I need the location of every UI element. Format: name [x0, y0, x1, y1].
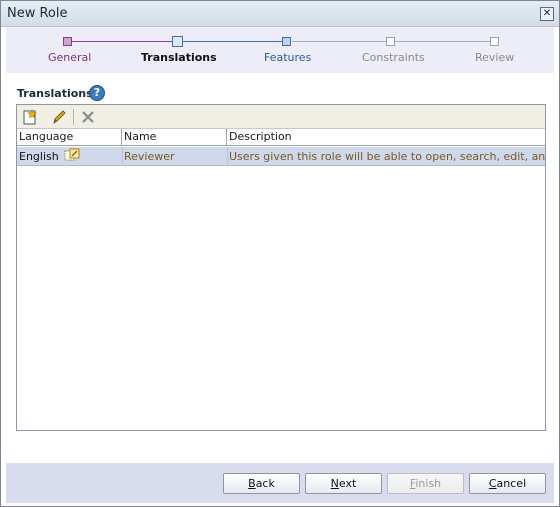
back-label-post: ack	[255, 477, 275, 490]
edit-pencil-icon	[53, 110, 66, 124]
cancel-mnemonic: C	[488, 477, 497, 490]
cancel-label-post: ancel	[496, 477, 527, 490]
train-stop-translations	[172, 36, 183, 47]
train-connector-next	[183, 41, 287, 42]
back-mnemonic: B	[248, 477, 256, 490]
train-label-translations: Translations	[141, 51, 217, 64]
train-label-general[interactable]: General	[48, 51, 91, 64]
train-label-features[interactable]: Features	[264, 51, 311, 64]
edit-button[interactable]	[50, 108, 68, 126]
train-stop-constraints	[386, 37, 395, 46]
delete-x-icon	[82, 111, 94, 123]
train-stop-features[interactable]	[282, 37, 291, 46]
toolbar-separator	[73, 109, 74, 125]
wizard-train: General Translations Features Constraint…	[6, 27, 554, 73]
translations-table: Language Name Description English Review…	[16, 104, 546, 431]
next-label-post: ext	[338, 477, 357, 490]
close-button[interactable]: ✕	[540, 7, 554, 21]
section-title: Translations	[17, 87, 93, 100]
translation-edit-icon[interactable]	[64, 148, 80, 162]
train-connector-done	[72, 41, 177, 42]
new-button[interactable]	[21, 108, 39, 126]
table-toolbar	[17, 105, 545, 129]
train-stop-general[interactable]	[63, 37, 72, 46]
title-bar: New Role ✕	[1, 1, 559, 27]
delete-button[interactable]	[79, 108, 97, 126]
train-label-constraints: Constraints	[362, 51, 425, 64]
next-mnemonic: N	[330, 477, 339, 490]
next-button[interactable]: Next	[305, 473, 382, 494]
help-icon[interactable]: ?	[89, 85, 105, 101]
column-header-description[interactable]: Description	[227, 129, 545, 146]
column-header-language[interactable]: Language	[17, 129, 122, 146]
cell-name: Reviewer	[124, 150, 175, 163]
table-row[interactable]: English Reviewer Users given this role w…	[17, 147, 545, 166]
cell-language: English	[17, 147, 122, 166]
button-bar: Back Next Finish Cancel	[6, 463, 554, 503]
train-stop-review	[490, 37, 499, 46]
close-icon: ✕	[542, 8, 552, 19]
back-button[interactable]: Back	[223, 473, 300, 494]
finish-button: Finish	[387, 473, 464, 494]
new-role-dialog: New Role ✕ General Translations Features…	[0, 0, 560, 507]
cancel-button[interactable]: Cancel	[469, 473, 546, 494]
finish-label-post: inish	[415, 477, 442, 490]
dialog-title: New Role	[7, 6, 68, 21]
column-header-name[interactable]: Name	[122, 129, 227, 146]
table-header: Language Name Description	[17, 129, 545, 146]
train-label-review: Review	[475, 51, 515, 64]
language-value: English	[19, 150, 59, 163]
new-icon	[23, 109, 37, 125]
cell-description: Users given this role will be able to op…	[229, 150, 545, 163]
help-icon-glyph: ?	[93, 86, 101, 99]
